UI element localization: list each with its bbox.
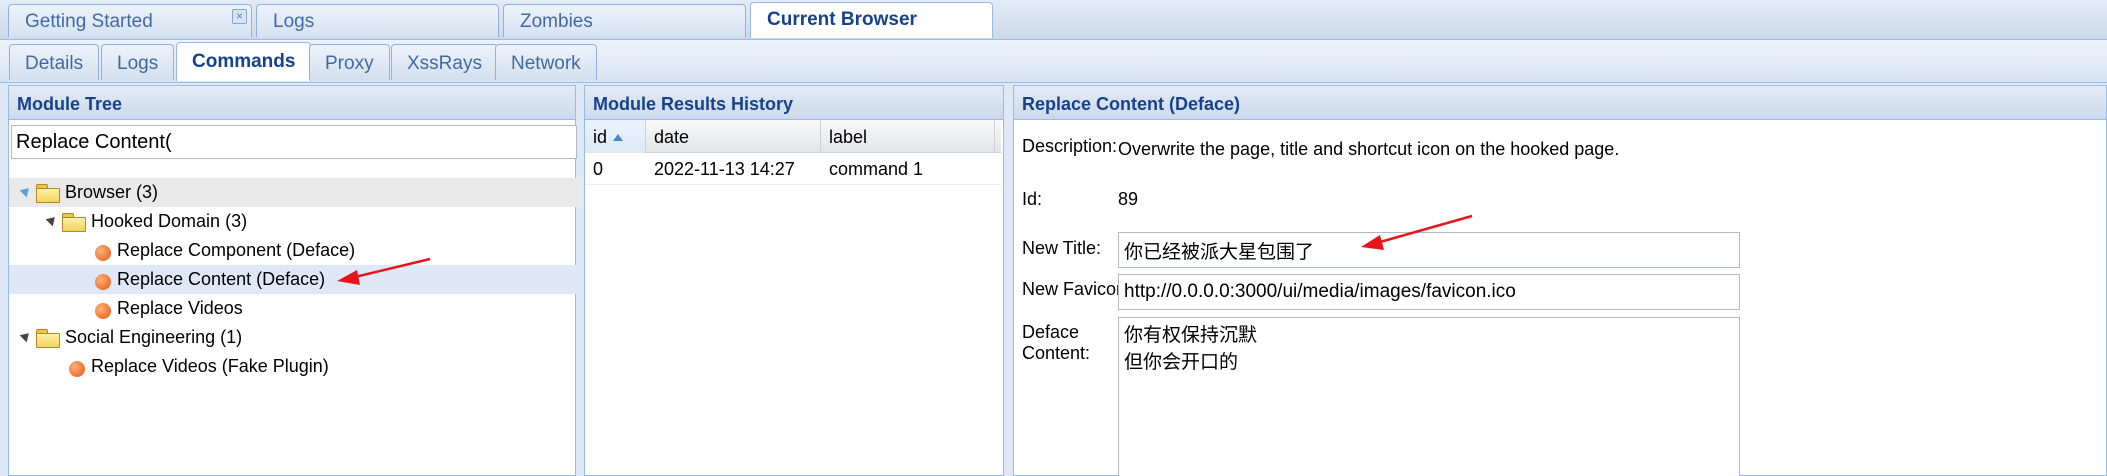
expand-icon[interactable] [45, 213, 59, 227]
tab-label: Network [511, 53, 581, 74]
deface-label-line: Deface [1022, 322, 1080, 342]
expand-icon[interactable] [19, 329, 33, 343]
cell-date: 2022-11-13 14:27 [654, 159, 795, 179]
deface-label-line: Content: [1022, 343, 1091, 363]
cell-id: 0 [593, 159, 604, 179]
column-label: date [654, 127, 690, 147]
new-title-label: New Title: [1022, 238, 1102, 258]
tab-getting-started[interactable]: Getting Started × [8, 4, 252, 37]
column-label: id [593, 127, 608, 147]
folder-icon [62, 213, 86, 232]
tree-node-label: Browser (3) [65, 182, 159, 202]
folder-icon [36, 329, 60, 348]
folder-icon [36, 184, 60, 203]
tree-node-hooked-domain[interactable]: Hooked Domain (3) [9, 207, 582, 236]
tree-node-replace-component[interactable]: Replace Component (Deface) [9, 236, 582, 265]
new-favicon-label: New Favicon: [1022, 279, 1132, 299]
module-detail-panel: Replace Content (Deface) Description: Ov… [1013, 85, 2107, 476]
tree-node-social-engineering[interactable]: Social Engineering (1) [9, 323, 582, 352]
tab-xssrays[interactable]: XssRays [391, 44, 498, 80]
panel-title: Replace Content (Deface) [1014, 86, 2106, 120]
tab-label: Current Browser [767, 9, 917, 30]
tab-label: Details [25, 53, 84, 74]
results-panel: Module Results History id date label 0 2… [584, 85, 1004, 476]
tab-label: XssRays [407, 53, 482, 74]
module-status-icon [95, 274, 111, 290]
description-label: Description: [1022, 136, 1118, 156]
module-status-icon [69, 361, 85, 377]
sub-tab-bar: Details Logs Commands Proxy XssRays Netw… [0, 40, 2107, 83]
column-label: label [829, 127, 868, 147]
column-header-id[interactable]: id [585, 120, 646, 153]
tab-current-browser[interactable]: Current Browser [750, 2, 993, 38]
tab-network[interactable]: Network [495, 44, 597, 80]
close-icon[interactable]: × [232, 9, 247, 24]
top-tab-bar: Getting Started × Logs Zombies Current B… [0, 0, 2107, 40]
tree-node-label: Replace Videos (Fake Plugin) [91, 356, 329, 376]
results-grid-header: id date label [585, 120, 1001, 153]
tab-label: Logs [273, 11, 315, 32]
tab-label: Getting Started [25, 11, 153, 32]
tab-zombies[interactable]: Zombies [503, 4, 746, 37]
panel-title: Module Tree [9, 86, 575, 120]
tree-node-label: Replace Content (Deface) [117, 269, 326, 289]
tab-details[interactable]: Details [9, 44, 100, 80]
tab-proxy[interactable]: Proxy [309, 44, 390, 80]
tab-label: Commands [192, 51, 296, 72]
tree-node-label: Social Engineering (1) [65, 327, 243, 347]
module-tree-panel: Module Tree Browser (3) Hooked Domain (3… [8, 85, 582, 476]
id-label: Id: [1022, 189, 1043, 209]
sort-ascending-icon [613, 134, 624, 141]
tab-logs[interactable]: Logs [256, 4, 499, 37]
tab-label: Zombies [520, 11, 593, 32]
tree-node-label: Replace Videos [117, 298, 243, 318]
description-text: Overwrite the page, title and shortcut i… [1118, 139, 1620, 159]
module-status-icon [95, 303, 111, 319]
tab-label: Proxy [325, 53, 374, 74]
deface-content-textarea[interactable]: 你有权保持沉默 但你会开口的 [1118, 317, 1740, 476]
module-search-input[interactable] [11, 125, 577, 159]
new-favicon-input[interactable] [1118, 274, 1740, 310]
tab-commands[interactable]: Commands [176, 42, 312, 81]
tree-node-replace-videos[interactable]: Replace Videos [9, 294, 582, 323]
deface-content-label: Deface Content: [1022, 322, 1090, 364]
tree-node-replace-content[interactable]: Replace Content (Deface) [9, 265, 582, 294]
id-value: 89 [1118, 189, 1139, 209]
tree-node-label: Hooked Domain (3) [91, 211, 248, 231]
table-row[interactable]: 0 2022-11-13 14:27 command 1 [585, 153, 1001, 185]
tab-logs-sub[interactable]: Logs [101, 44, 175, 80]
module-status-icon [95, 245, 111, 261]
column-header-date[interactable]: date [646, 120, 821, 153]
column-header-label[interactable]: label [821, 120, 995, 153]
tree-node-label: Replace Component (Deface) [117, 240, 356, 260]
panel-title: Module Results History [585, 86, 1003, 120]
tab-label: Logs [117, 53, 159, 74]
tree-node-replace-videos-fake-plugin[interactable]: Replace Videos (Fake Plugin) [9, 352, 582, 381]
cell-label: command 1 [829, 159, 924, 179]
tree-node-browser[interactable]: Browser (3) [9, 178, 582, 207]
expand-icon[interactable] [19, 184, 33, 198]
new-title-input[interactable] [1118, 232, 1740, 268]
